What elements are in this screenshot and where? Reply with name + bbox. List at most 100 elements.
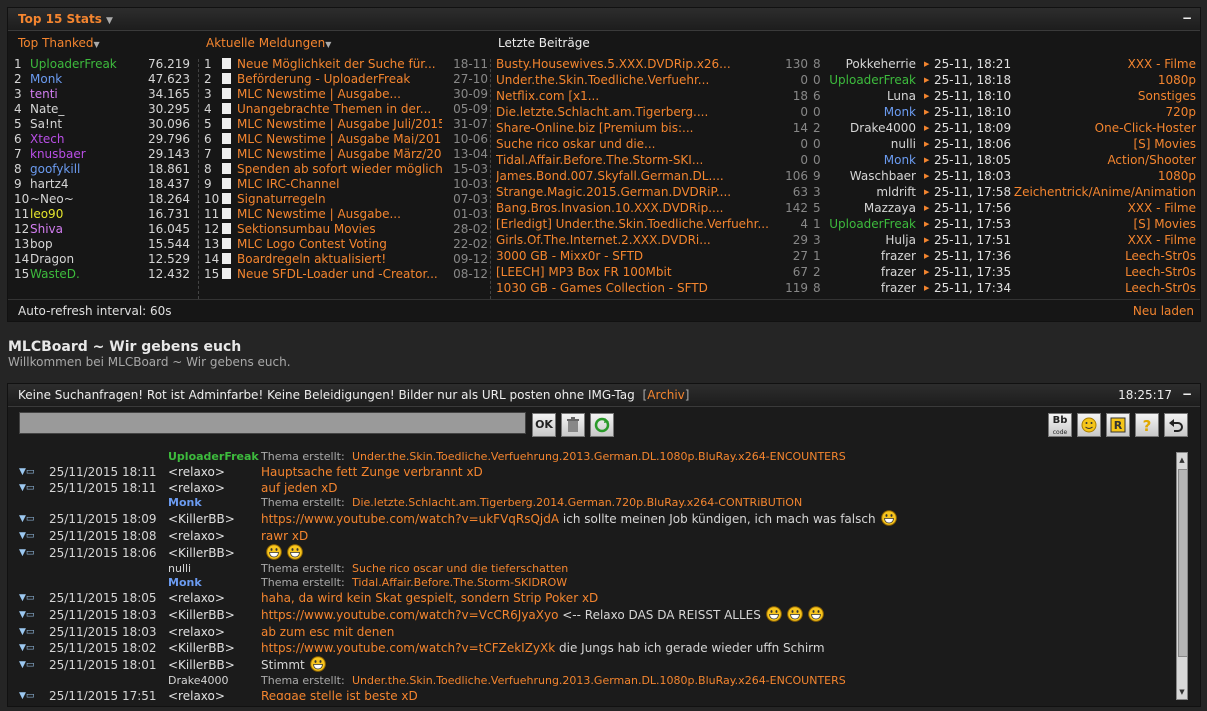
post-link[interactable]: Bang.Bros.Invasion.10.XXX.DVDRip.... bbox=[496, 200, 723, 216]
user-link[interactable]: ~Neo~ bbox=[30, 192, 74, 206]
forum-link[interactable]: Leech-Str0s bbox=[1125, 280, 1196, 296]
news-link[interactable]: MLC Newstime | Ausgabe Mai/2015 bbox=[237, 131, 442, 147]
top-thanked-heading[interactable]: Top Thanked▼ bbox=[18, 36, 100, 50]
topic-link[interactable]: Tidal.Affair.Before.The.Storm-SKIDROW bbox=[352, 576, 567, 589]
message-actions-icon[interactable]: ▼▭ bbox=[19, 610, 34, 620]
news-link[interactable]: Boardregeln aktualisiert! bbox=[237, 251, 386, 267]
user-link[interactable]: mldrift bbox=[818, 184, 916, 200]
undo-icon[interactable] bbox=[1164, 413, 1188, 437]
user-link[interactable]: tenti bbox=[30, 87, 58, 101]
forum-link[interactable]: One-Click-Hoster bbox=[1095, 120, 1196, 136]
user-link[interactable]: Pokkeherrie bbox=[818, 56, 916, 72]
collapse-stats-button[interactable]: − bbox=[1180, 11, 1194, 25]
post-link[interactable]: 1030 GB - Games Collection - SFTD bbox=[496, 280, 708, 296]
news-link[interactable]: Sektionsumbau Movies bbox=[237, 221, 376, 237]
user-link[interactable]: UploaderFreak bbox=[818, 72, 916, 88]
ok-button[interactable]: OK bbox=[532, 413, 556, 437]
bbcode-icon[interactable]: Bb code bbox=[1048, 413, 1072, 437]
scroll-up-icon[interactable]: ▲ bbox=[1177, 453, 1187, 467]
user-link[interactable]: goofykill bbox=[30, 162, 80, 176]
post-link[interactable]: Under.the.Skin.Toedliche.Verfuehr... bbox=[496, 72, 709, 88]
message-actions-icon[interactable]: ▼▭ bbox=[19, 548, 34, 558]
message-link[interactable]: https://www.youtube.com/watch?v=VcCR6Jya… bbox=[261, 608, 558, 622]
user-link[interactable]: UploaderFreak bbox=[30, 57, 117, 71]
user-link[interactable]: UploaderFreak bbox=[818, 216, 916, 232]
scroll-down-icon[interactable]: ▼ bbox=[1177, 685, 1187, 699]
topic-link[interactable]: Under.the.Skin.Toedliche.Verfuehrung.201… bbox=[352, 450, 846, 463]
message-author[interactable]: <KillerBB> bbox=[168, 656, 235, 674]
user-link[interactable]: nulli bbox=[168, 562, 191, 575]
message-actions-icon[interactable]: ▼▭ bbox=[19, 593, 34, 603]
user-link[interactable]: Waschbaer bbox=[818, 168, 916, 184]
message-author[interactable]: <relaxo> bbox=[168, 624, 225, 640]
message-link[interactable]: https://www.youtube.com/watch?v=ukFVqRsQ… bbox=[261, 512, 559, 526]
user-link[interactable]: Xtech bbox=[30, 132, 65, 146]
post-link[interactable]: [Erledigt] Under.the.Skin.Toedliche.Verf… bbox=[496, 216, 769, 232]
shout-input[interactable] bbox=[19, 412, 526, 434]
news-link[interactable]: Unangebrachte Themen in der... bbox=[237, 101, 431, 117]
user-link[interactable]: Mazzaya bbox=[818, 200, 916, 216]
message-actions-icon[interactable]: ▼▭ bbox=[19, 531, 34, 541]
news-link[interactable]: MLC Logo Contest Voting bbox=[237, 236, 387, 252]
forum-link[interactable]: Sonstiges bbox=[1138, 88, 1196, 104]
post-link[interactable]: James.Bond.007.Skyfall.German.DL.... bbox=[496, 168, 724, 184]
forum-link[interactable]: [S] Movies bbox=[1133, 136, 1196, 152]
archive-link[interactable]: Archiv bbox=[647, 388, 685, 402]
news-link[interactable]: Spenden ab sofort wieder möglich bbox=[237, 161, 442, 177]
user-link[interactable]: frazer bbox=[818, 264, 916, 280]
message-actions-icon[interactable]: ▼▭ bbox=[19, 691, 34, 700]
news-heading[interactable]: Aktuelle Meldungen▼ bbox=[206, 36, 331, 50]
news-link[interactable]: Neue Möglichkeit der Suche für... bbox=[237, 56, 436, 72]
news-link[interactable]: Beförderung - UploaderFreak bbox=[237, 71, 410, 87]
user-link[interactable]: frazer bbox=[818, 280, 916, 296]
user-link[interactable]: Nate_ bbox=[30, 102, 64, 116]
user-link[interactable]: Monk bbox=[30, 72, 62, 86]
forum-link[interactable]: Leech-Str0s bbox=[1125, 248, 1196, 264]
post-link[interactable]: Netflix.com [x1... bbox=[496, 88, 599, 104]
news-link[interactable]: MLC Newstime | Ausgabe Juli/2015 bbox=[237, 116, 442, 132]
news-link[interactable]: Signaturregeln bbox=[237, 191, 326, 207]
user-link[interactable]: nulli bbox=[818, 136, 916, 152]
topic-link[interactable]: Suche rico oscar und die tieferschatten bbox=[352, 562, 568, 575]
news-link[interactable]: MLC Newstime | Ausgabe... bbox=[237, 206, 401, 222]
message-actions-icon[interactable]: ▼▭ bbox=[19, 483, 34, 493]
forum-link[interactable]: 1080p bbox=[1158, 72, 1196, 88]
user-link[interactable]: Drake4000 bbox=[818, 120, 916, 136]
user-link[interactable]: UploaderFreak bbox=[168, 450, 259, 463]
post-link[interactable]: Busty.Housewives.5.XXX.DVDRip.x26... bbox=[496, 56, 731, 72]
user-link[interactable]: Monk bbox=[818, 152, 916, 168]
user-link[interactable]: Shiva bbox=[30, 222, 63, 236]
user-link[interactable]: Drake4000 bbox=[168, 674, 228, 687]
message-actions-icon[interactable]: ▼▭ bbox=[19, 660, 34, 670]
user-link[interactable]: bop bbox=[30, 237, 53, 251]
user-link[interactable]: Luna bbox=[818, 88, 916, 104]
message-actions-icon[interactable]: ▼▭ bbox=[19, 627, 34, 637]
collapse-shoutbox-button[interactable]: − bbox=[1180, 387, 1194, 401]
message-author[interactable]: <KillerBB> bbox=[168, 640, 235, 656]
user-link[interactable]: Dragon bbox=[30, 252, 74, 266]
message-link[interactable]: https://www.youtube.com/watch?v=tCFZekIZ… bbox=[261, 641, 555, 655]
forum-link[interactable]: 1080p bbox=[1158, 168, 1196, 184]
message-author[interactable]: <relaxo> bbox=[168, 688, 225, 700]
message-author[interactable]: <KillerBB> bbox=[168, 606, 235, 624]
message-actions-icon[interactable]: ▼▭ bbox=[19, 643, 34, 653]
forum-link[interactable]: XXX - Filme bbox=[1128, 56, 1196, 72]
message-actions-icon[interactable]: ▼▭ bbox=[19, 514, 34, 524]
topic-link[interactable]: Die.letzte.Schlacht.am.Tigerberg.2014.Ge… bbox=[352, 496, 802, 509]
message-author[interactable]: <relaxo> bbox=[168, 590, 225, 606]
user-link[interactable]: Monk bbox=[818, 104, 916, 120]
post-link[interactable]: Share-Online.biz [Premium bis:... bbox=[496, 120, 693, 136]
forum-link[interactable]: XXX - Filme bbox=[1128, 232, 1196, 248]
news-link[interactable]: MLC IRC-Channel bbox=[237, 176, 340, 192]
topic-link[interactable]: Under.the.Skin.Toedliche.Verfuehrung.201… bbox=[352, 674, 846, 687]
top-stats-title[interactable]: Top 15 Stats ▼ bbox=[18, 12, 113, 26]
message-author[interactable]: <relaxo> bbox=[168, 480, 225, 496]
reload-link[interactable]: Neu laden bbox=[1133, 304, 1194, 318]
help-icon[interactable]: ? bbox=[1135, 413, 1159, 437]
post-link[interactable]: [LEECH] MP3 Box FR 100Mbit bbox=[496, 264, 672, 280]
forum-link[interactable]: 720p bbox=[1165, 104, 1196, 120]
rating-icon[interactable]: R bbox=[1106, 413, 1130, 437]
forum-link[interactable]: XXX - Filme bbox=[1128, 200, 1196, 216]
message-actions-icon[interactable]: ▼▭ bbox=[19, 467, 34, 477]
post-link[interactable]: Tidal.Affair.Before.The.Storm-SKI... bbox=[496, 152, 703, 168]
